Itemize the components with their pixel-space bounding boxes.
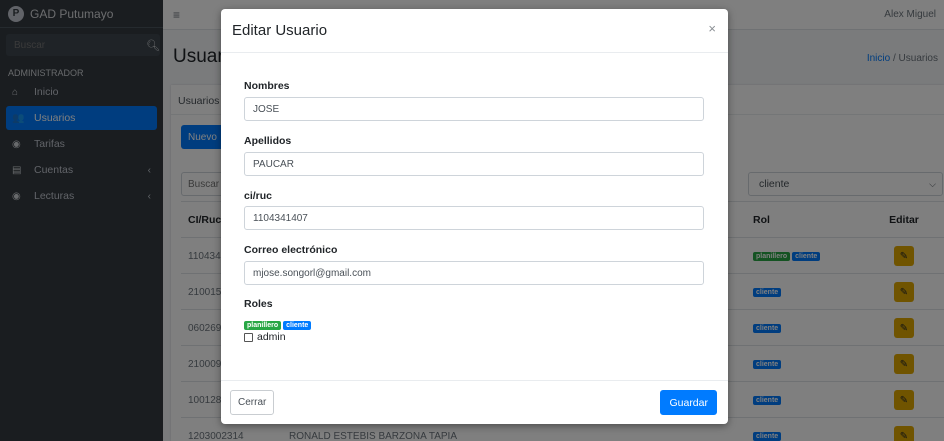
admin-role-option[interactable]: admin [244,331,286,343]
close-icon[interactable]: × [708,21,716,36]
modal-header: Editar Usuario × [221,9,728,53]
role-badge-planillero: planillero [244,321,282,330]
email-label: Correo electrónico [244,244,338,256]
nombres-input[interactable] [244,97,704,121]
admin-checkbox[interactable] [244,332,253,342]
modal-title: Editar Usuario [232,22,328,39]
edit-user-modal: Editar Usuario × Nombres Apellidos ci/ru… [221,9,728,424]
apellidos-input[interactable] [244,152,704,176]
email-input[interactable] [244,261,704,285]
modal-footer: Cerrar Guardar [221,380,728,424]
save-button[interactable]: Guardar [660,390,717,415]
nombres-label: Nombres [244,80,290,92]
apellidos-label: Apellidos [244,135,292,147]
ci-ruc-label: ci/ruc [244,190,273,202]
admin-checkbox-label: admin [257,331,286,343]
ci-ruc-input[interactable] [244,206,704,230]
roles-label: Roles [244,298,273,310]
assigned-roles: planillero cliente [244,318,313,330]
close-button[interactable]: Cerrar [230,390,275,415]
role-badge-cliente: cliente [283,321,312,330]
